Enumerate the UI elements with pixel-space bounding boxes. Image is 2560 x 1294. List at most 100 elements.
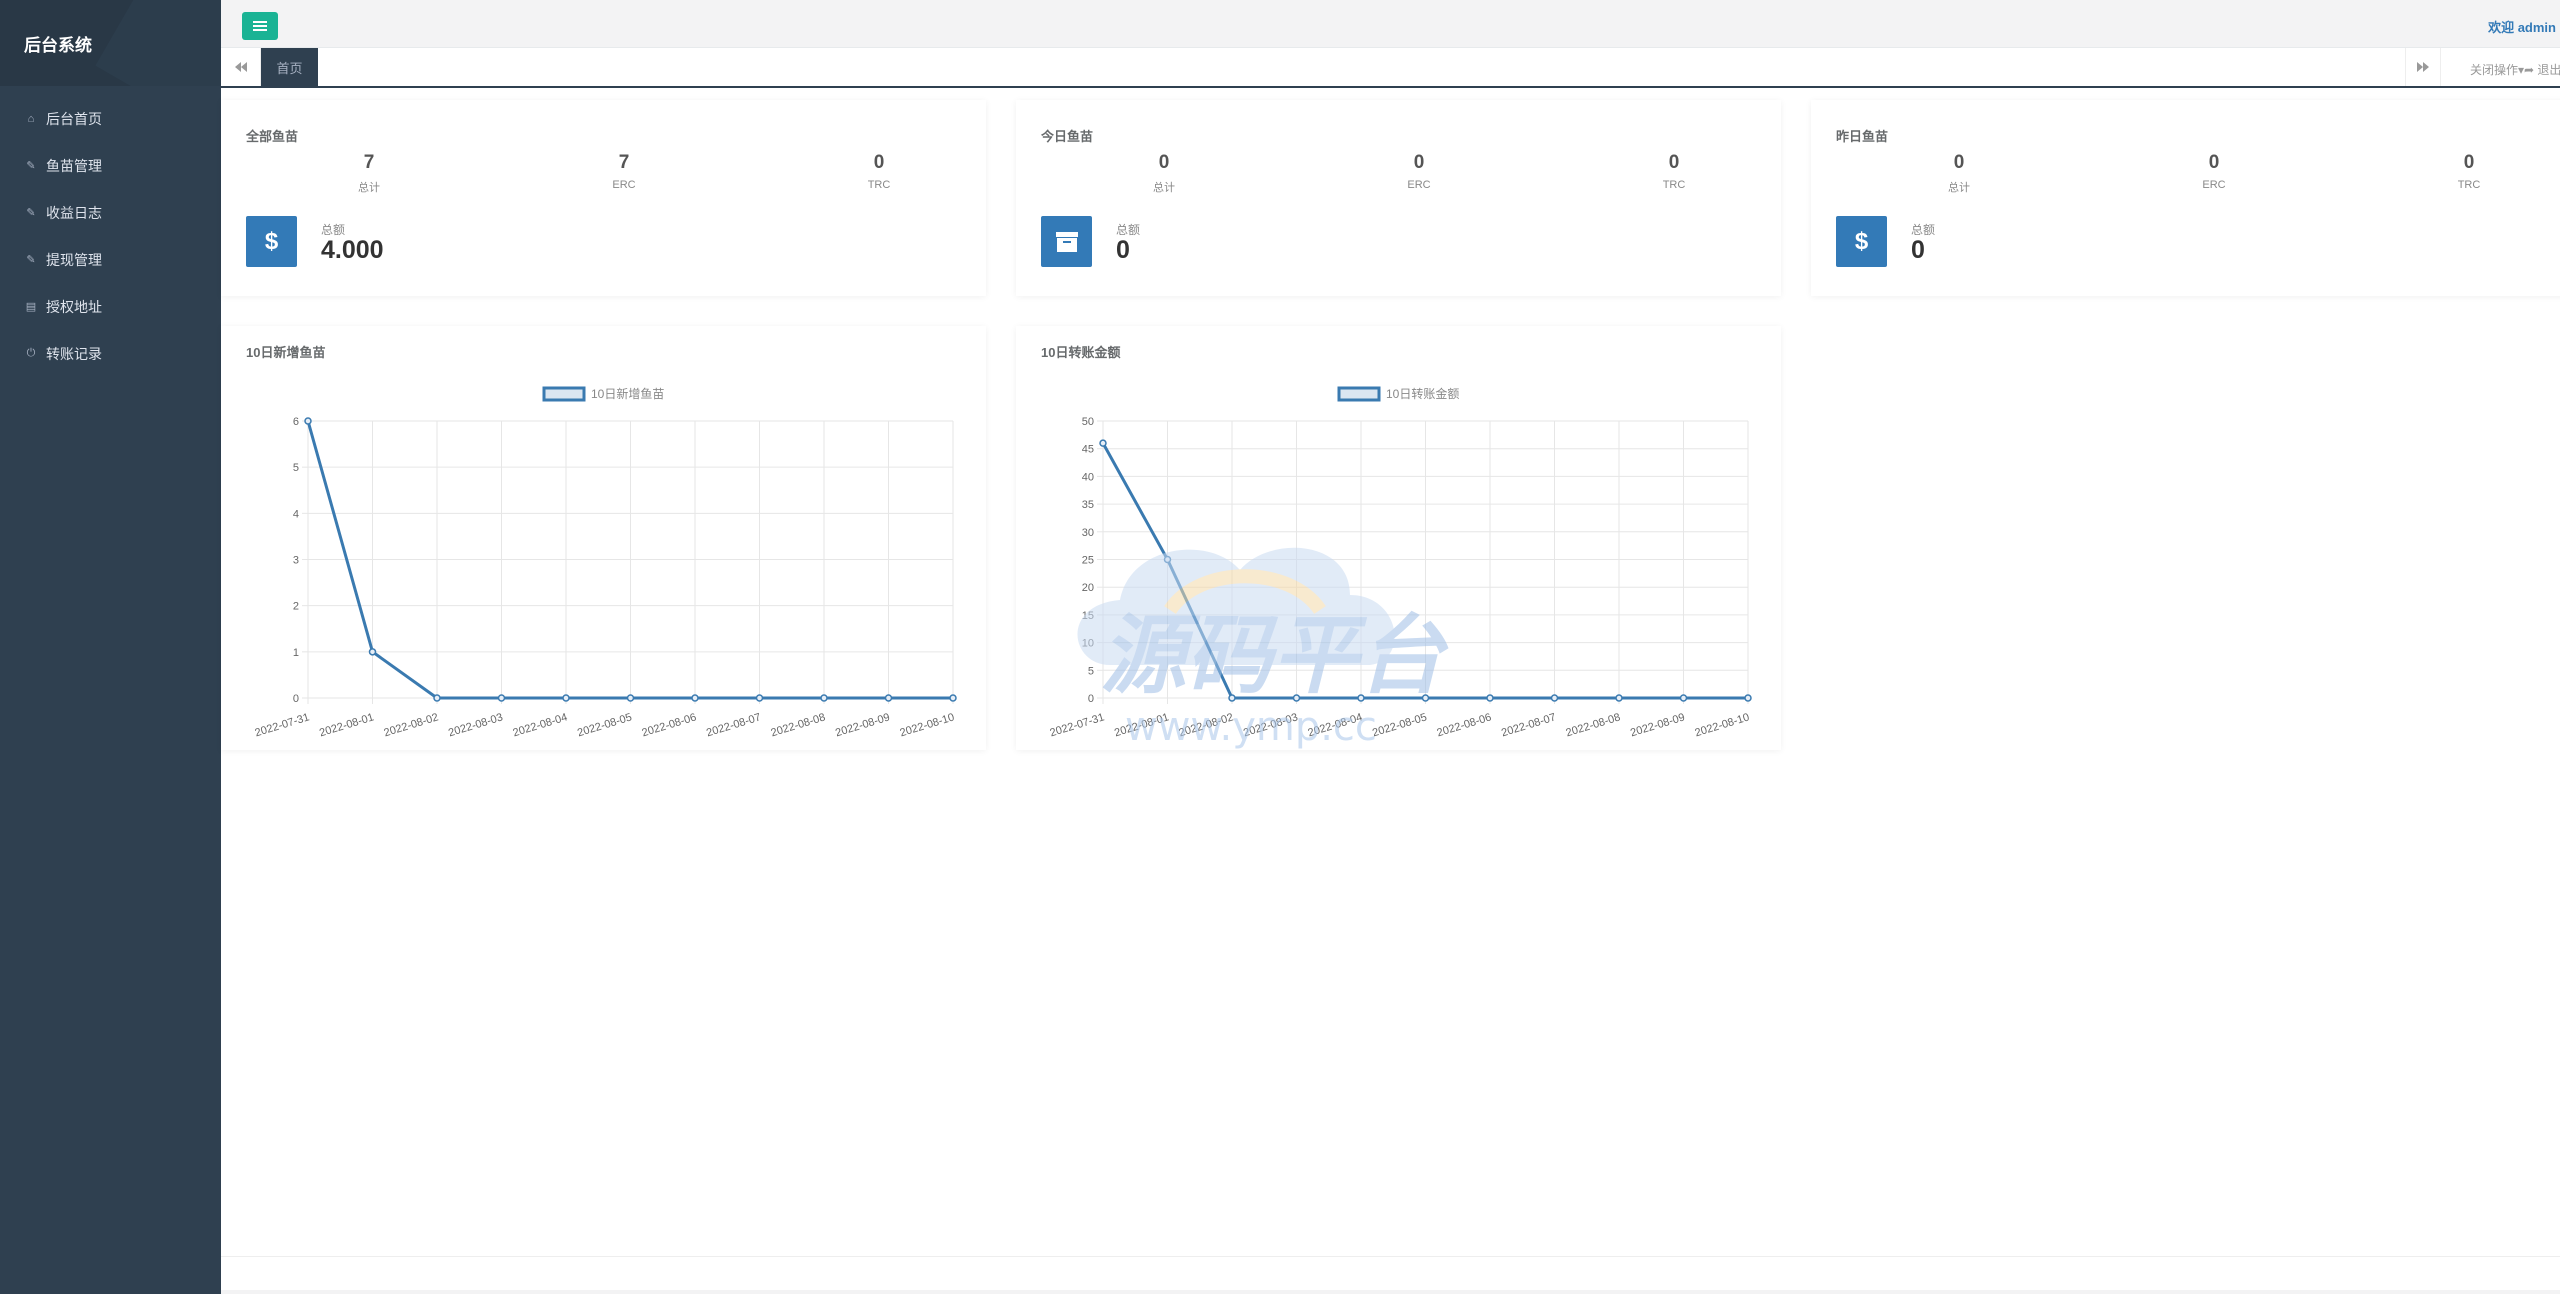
x-tick-label: 2022-08-08 [1565, 711, 1622, 739]
stat-total: 0 总计 [1074, 152, 1254, 195]
x-tick-label: 2022-08-04 [1307, 711, 1364, 739]
y-tick-label: 45 [1082, 444, 1094, 456]
data-point [755, 694, 764, 702]
y-tick-label: 0 [1088, 693, 1094, 705]
stat-label: 总计 [1153, 182, 1175, 194]
legend-swatch [1337, 386, 1381, 402]
sidebar-item-home[interactable]: ⌂ 后台首页 [0, 95, 221, 142]
stat-value: 0 [2463, 152, 2475, 173]
x-tick-label: 2022-08-01 [1113, 711, 1170, 739]
dollar-icon: $ [246, 216, 297, 267]
data-point [1228, 694, 1236, 702]
stat-label: 总计 [1948, 182, 1970, 194]
logout-button[interactable]: ➦ 退出 [2524, 61, 2560, 78]
x-tick-label: 2022-08-04 [512, 711, 569, 739]
brand-title: 后台系统 [24, 36, 92, 55]
sidebar-item-auth-address[interactable]: ▤ 授权地址 [0, 283, 221, 330]
menu-toggle-button[interactable] [242, 12, 278, 40]
data-point [368, 648, 377, 656]
welcome-user-link[interactable]: 欢迎 admin [2488, 17, 2556, 36]
x-tick-label: 2022-07-31 [254, 711, 311, 739]
y-tick-label: 3 [293, 555, 299, 567]
data-point [1099, 439, 1107, 447]
stat-trc: 0 TRC [789, 152, 969, 191]
stat-label: ERC [2202, 179, 2226, 191]
y-tick-label: 20 [1082, 582, 1094, 594]
x-tick-label: 2022-08-09 [1629, 711, 1686, 739]
data-point [1744, 694, 1752, 702]
x-tick-label: 2022-08-09 [834, 711, 891, 739]
stat-label: TRC [2457, 179, 2481, 191]
stat-label: ERC [1407, 179, 1431, 191]
stat-label: ERC [612, 179, 636, 191]
x-tick-label: 2022-08-07 [1500, 711, 1557, 739]
data-point [497, 694, 506, 702]
y-tick-label: 6 [293, 416, 299, 428]
x-tick-label: 2022-08-07 [705, 711, 762, 739]
sidebar-item-label: 收益日志 [46, 204, 102, 221]
topbar: 欢迎 admin [221, 0, 2560, 48]
chart-card-transfer-amount: 10日转账金额 10日转账金额 0 5 10 15 20 25 30 35 40 45 50 2022-… [1016, 326, 1781, 750]
data-point [691, 694, 699, 702]
y-tick-label: 50 [1082, 416, 1094, 428]
sidebar-item-income-log[interactable]: ✎ 收益日志 [0, 189, 221, 236]
data-point [1421, 694, 1430, 702]
footer-divider [221, 1256, 2560, 1257]
stat-erc: 7 ERC [534, 152, 714, 191]
wrench-icon: ✎ [26, 207, 36, 219]
data-point [1292, 694, 1301, 702]
y-tick-label: 35 [1082, 499, 1094, 511]
x-tick-label: 2022-08-03 [1242, 711, 1299, 739]
data-point [884, 694, 893, 702]
sidebar-item-withdraw[interactable]: ✎ 提现管理 [0, 236, 221, 283]
total-value: 0 [1911, 236, 1925, 264]
tab-scroll-right-button[interactable] [2405, 48, 2441, 86]
x-tick-label: 2022-08-02 [1178, 711, 1235, 739]
x-tick-label: 2022-08-01 [318, 711, 375, 739]
legend-swatch [542, 386, 586, 402]
main-content: 全部鱼苗 7 总计 7 ERC 0 TRC $ 总额 4.000 今日鱼苗 0 … [221, 90, 2560, 1294]
sidebar-item-transfer-log[interactable]: ⏻ 转账记录 [0, 330, 221, 377]
y-tick-label: 15 [1082, 610, 1094, 622]
sidebar-item-label: 提现管理 [46, 251, 102, 268]
chart-card-new-fry: 10日新增鱼苗 10日新增鱼苗 0 1 2 3 4 5 6 2022-07-31 2022-08-… [221, 326, 986, 750]
y-tick-label: 0 [293, 693, 299, 705]
stat-value: 0 [2208, 152, 2220, 173]
data-point [562, 694, 570, 702]
header-decoration [95, 0, 221, 86]
x-tick-label: 2022-08-05 [576, 711, 633, 739]
stat-value: 0 [1953, 152, 1965, 173]
data-point [304, 417, 312, 425]
sidebar-item-fry[interactable]: ✎ 鱼苗管理 [0, 142, 221, 189]
dollar-icon: $ [1836, 216, 1887, 267]
tab-home[interactable]: 首页 [261, 48, 318, 86]
y-tick-label: 40 [1082, 471, 1094, 483]
data-point [820, 694, 828, 702]
total-value: 0 [1116, 236, 1130, 264]
x-tick-label: 2022-08-05 [1371, 711, 1428, 739]
stat-card-yesterday: 昨日鱼苗 0 总计 0 ERC 0 TRC $ 总额 0 [1811, 100, 2560, 296]
sidebar-item-label: 后台首页 [46, 110, 102, 127]
x-tick-label: 2022-07-31 [1049, 711, 1106, 739]
wrench-icon: ✎ [26, 254, 36, 266]
stat-label: 总计 [358, 182, 380, 194]
stat-card-today: 今日鱼苗 0 总计 0 ERC 0 TRC 总额 0 [1016, 100, 1781, 296]
card-title: 全部鱼苗 [246, 129, 299, 144]
y-tick-label: 25 [1082, 555, 1094, 567]
chart-transfer-amount: 10日转账金额051015202530354045502022-07-31 202… [1049, 386, 1752, 739]
sidebar-item-label: 鱼苗管理 [46, 157, 102, 174]
stat-trc: 0 TRC [2379, 152, 2559, 191]
stat-value: 0 [1158, 152, 1170, 173]
x-tick-label: 2022-08-08 [770, 711, 827, 739]
stat-value: 0 [1668, 152, 1680, 173]
home-icon: ⌂ [27, 112, 35, 125]
legend-label: 10日新增鱼苗 [591, 386, 664, 401]
card-title: 昨日鱼苗 [1836, 129, 1889, 144]
y-tick-label: 30 [1082, 527, 1094, 539]
x-tick-label: 2022-08-02 [383, 711, 440, 739]
close-operations-dropdown[interactable]: 关闭操作▾ [2470, 61, 2524, 78]
chart-new-fry: 10日新增鱼苗 0 1 2 3 4 5 6 2022-07-31 2022-08-01 2022-0… [254, 386, 957, 739]
data-point [1357, 694, 1365, 702]
tabs-bar: 首页 关闭操作▾ ➦ 退出 [221, 48, 2560, 88]
tab-scroll-left-button[interactable] [221, 48, 261, 86]
